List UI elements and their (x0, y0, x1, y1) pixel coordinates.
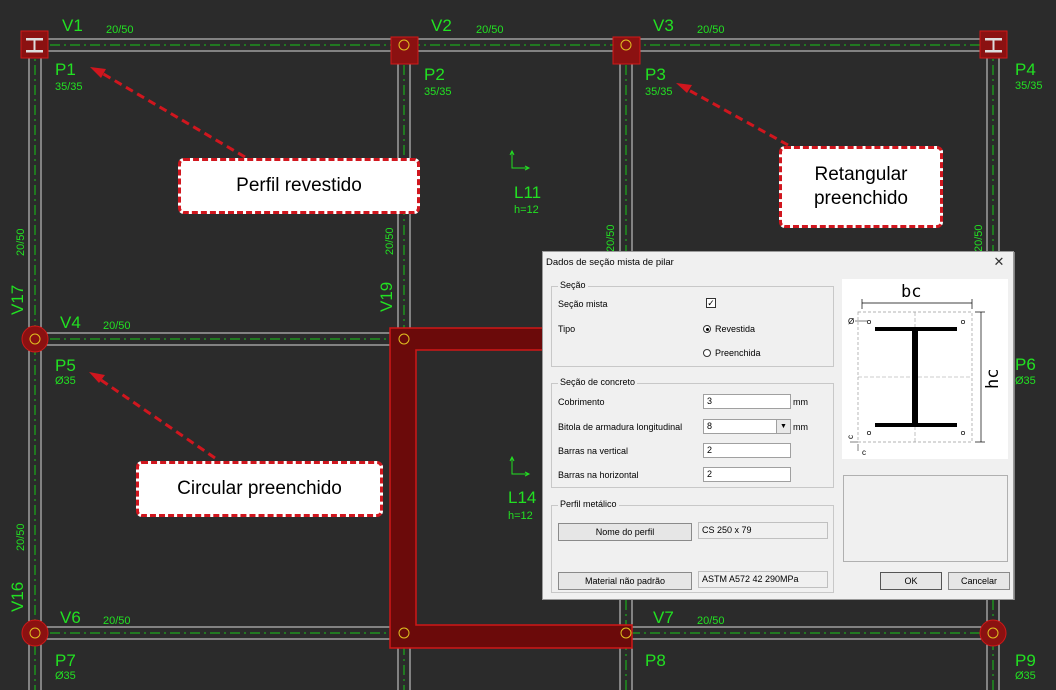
beam-label-v19: V19 (377, 282, 396, 312)
radio-revestida-label: Revestida (715, 324, 756, 334)
i-section-drawing: bc hc Ø c c (846, 282, 1003, 457)
pillar-label-p6: P6 (1015, 355, 1036, 374)
bc-label: bc (901, 282, 921, 302)
slab-label-l11: L11 (514, 183, 541, 202)
barras-vertical-label: Barras na vertical (558, 446, 629, 456)
secao-group: Seção Seção mista ✓ Tipo Revestida Preen… (551, 280, 834, 367)
pillar-p5 (21, 325, 49, 353)
beam-section-v6: 20/50 (103, 615, 131, 627)
close-icon[interactable]: ✕ (991, 254, 1007, 270)
bitola-unit: mm (793, 422, 808, 432)
beam-label-v3: V3 (653, 16, 674, 35)
beam-label-v1: V1 (62, 16, 83, 35)
ok-button[interactable]: OK (880, 572, 942, 590)
pillar-section-p9: Ø35 (1015, 670, 1036, 682)
concreto-group-title: Seção de concreto (558, 377, 638, 387)
cobrimento-input[interactable]: 3 (703, 394, 791, 409)
pillar-section-p2: 35/35 (424, 86, 452, 98)
beam-section-v1: 20/50 (106, 24, 134, 36)
secao-mista-checkbox[interactable]: ✓ (706, 298, 716, 308)
secao-mista-label: Seção mista (558, 299, 608, 309)
barras-horizontal-input[interactable]: 2 (703, 467, 791, 482)
chevron-down-icon[interactable]: ▼ (776, 420, 790, 433)
callout-circular-preenchido-text: Circular preenchido (177, 478, 342, 499)
pillar-section-p6: Ø35 (1015, 375, 1036, 387)
cobrimento-unit: mm (793, 397, 808, 407)
c-label-1: c (846, 435, 855, 439)
tipo-label: Tipo (558, 324, 576, 334)
material-value: ASTM A572 42 290MPa (698, 571, 828, 588)
beam-section-mid: 20/50 (605, 224, 617, 252)
perfil-group: Perfil metálico Nome do perfil CS 250 x … (551, 499, 834, 593)
callout-retangular-preenchido: Retangular preenchido (779, 146, 943, 228)
beam-section-right: 20/50 (973, 224, 985, 252)
pillar-p3 (612, 36, 641, 65)
cobrimento-label: Cobrimento (558, 397, 605, 407)
callout-retangular-line1: Retangular (814, 164, 908, 185)
beam-section-v3: 20/50 (697, 24, 725, 36)
pillar-p7 (21, 619, 49, 647)
perfil-group-title: Perfil metálico (558, 499, 619, 509)
callout-circular-preenchido: Circular preenchido (136, 461, 383, 517)
callout-perfil-revestido-text: Perfil revestido (236, 175, 362, 196)
radio-revestida[interactable] (703, 325, 711, 333)
callout-retangular-line2: preenchido (813, 188, 909, 209)
radio-preenchida[interactable] (703, 349, 711, 357)
bitola-select-value: 8 (707, 421, 713, 431)
nome-perfil-value: CS 250 x 79 (698, 522, 828, 539)
pillar-p4 (979, 30, 1008, 59)
beam-label-v4: V4 (60, 313, 81, 332)
beam-label-v16: V16 (8, 582, 27, 612)
phi-label: Ø (848, 317, 854, 326)
slab-label-l14: L14 (508, 488, 536, 507)
section-diagram: bc hc Ø c c (842, 279, 1008, 459)
callout-perfil-revestido: Perfil revestido (178, 158, 420, 214)
beam-label-v17: V17 (8, 285, 27, 315)
c-label-2: c (862, 448, 866, 457)
pillar-section-p1: 35/35 (55, 81, 83, 93)
beam-label-v2: V2 (431, 16, 452, 35)
pillar-label-p5: P5 (55, 356, 76, 375)
slab-thickness-l14: h=12 (508, 510, 533, 522)
pillar-label-p2: P2 (424, 65, 445, 84)
cancel-button[interactable]: Cancelar (948, 572, 1010, 590)
bitola-select[interactable]: 8 ▼ (703, 419, 791, 434)
beam-section-v19: 20/50 (384, 227, 396, 255)
pillar-section-p4: 35/35 (1015, 80, 1043, 92)
barras-horizontal-label: Barras na horizontal (558, 470, 639, 480)
material-button[interactable]: Material não padrão (558, 572, 692, 590)
nome-perfil-button[interactable]: Nome do perfil (558, 523, 692, 541)
beam-section-v16: 20/50 (15, 523, 27, 551)
preview-panel (843, 475, 1008, 562)
pillar-section-p3: 35/35 (645, 86, 673, 98)
pillar-label-p4: P4 (1015, 60, 1036, 79)
bitola-label: Bitola de armadura longitudinal (558, 422, 683, 432)
beam-label-v7: V7 (653, 608, 674, 627)
pillar-label-p8: P8 (645, 651, 666, 670)
secao-group-title: Seção (558, 280, 588, 290)
pillar-label-p9: P9 (1015, 651, 1036, 670)
beam-section-v7: 20/50 (697, 615, 725, 627)
beam-section-v17: 20/50 (15, 228, 27, 256)
dialog-title: Dados de seção mista de pilar (546, 257, 674, 268)
pillar-section-p7: Ø35 (55, 670, 76, 682)
pillar-label-p7: P7 (55, 651, 76, 670)
beam-section-v4: 20/50 (103, 320, 131, 332)
barras-vertical-input[interactable]: 2 (703, 443, 791, 458)
pillar-p9 (979, 619, 1007, 647)
pillar-p1 (20, 30, 49, 59)
concreto-group: Seção de concreto Cobrimento 3 mm Bitola… (551, 377, 834, 488)
pillar-section-p5: Ø35 (55, 375, 76, 387)
beam-label-v6: V6 (60, 608, 81, 627)
pillar-label-p3: P3 (645, 65, 666, 84)
radio-preenchida-label: Preenchida (715, 348, 761, 358)
composite-section-dialog: Dados de seção mista de pilar ✕ Seção Se… (542, 251, 1014, 600)
beam-section-v2: 20/50 (476, 24, 504, 36)
slab-thickness-l11: h=12 (514, 204, 539, 216)
hc-label: hc (983, 369, 1003, 389)
pillar-p2 (390, 36, 419, 65)
pillar-label-p1: P1 (55, 60, 76, 79)
